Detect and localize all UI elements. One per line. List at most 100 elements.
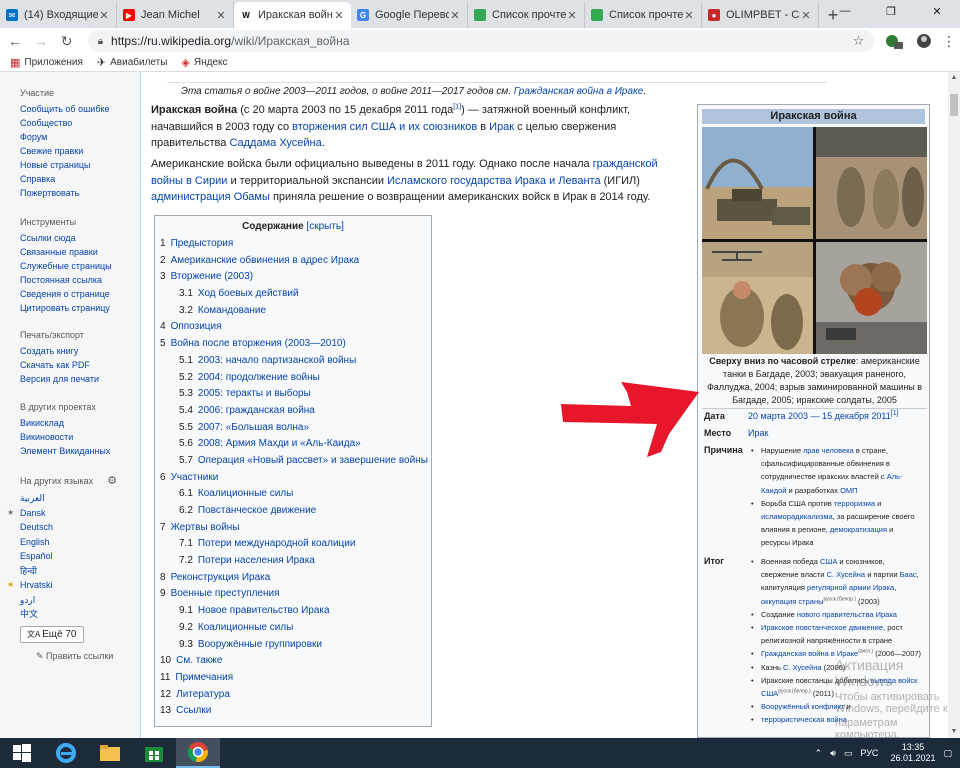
clock[interactable]: 13:35 26.01.2021 [890,742,935,764]
close-tab-icon[interactable]: ✕ [683,9,695,22]
toc-item[interactable]: 7.1 Потери международной коалиции [155,536,433,553]
toc-link[interactable]: 2005: теракты и выборы [198,388,311,399]
infobox-link[interactable]: регулярной армии Ирака [807,583,894,592]
bookmark-star-icon[interactable]: ☆ [853,33,865,49]
infobox-link[interactable]: Баас [900,570,917,579]
language-link[interactable]: العربية [20,491,117,506]
link-iraq[interactable]: Ирак [489,121,514,133]
chrome-button[interactable] [176,738,220,768]
close-tab-icon[interactable]: ✕ [566,9,578,22]
interwiki-note[interactable]: (белор.) [837,596,856,602]
sidebar-link[interactable]: Постоянная ссылка [20,273,112,287]
volume-icon[interactable]: 🔊︎ [830,748,836,759]
toc-item[interactable]: 5.2 2004: продолжение войны [155,370,433,387]
toc-link[interactable]: 2008: Армия Махди и «Аль-Каида» [198,438,361,449]
toc-item[interactable]: 13 Ссылки [155,703,433,720]
browser-tab[interactable]: Список прочтен ✕ [468,2,585,28]
browser-tab[interactable]: ✉ (14) Входящие - ✕ [0,2,117,28]
toc-link[interactable]: См. также [176,655,222,666]
language-link[interactable]: हिन्दी [20,564,117,579]
infobox-link[interactable]: нового правительства Ирака [797,610,897,619]
toc-item[interactable]: 10 См. также [155,653,433,670]
close-tab-icon[interactable]: ✕ [800,9,812,22]
toc-link[interactable]: Командование [198,305,266,316]
toc-item[interactable]: 11 Примечания [155,670,433,687]
toc-link[interactable]: Ссылки [176,705,211,716]
toc-link[interactable]: Американские обвинения в адрес Ирака [171,255,360,266]
forward-icon[interactable]: → [30,33,52,49]
toc-item[interactable]: 2 Американские обвинения в адрес Ирака [155,253,433,270]
scroll-down-icon[interactable]: ▼ [948,726,960,738]
link-obama-admin[interactable]: администрация Обамы [151,191,270,203]
link-saddam[interactable]: Саддама Хусейна [229,137,321,149]
tray-chevron-icon[interactable]: ⌃ [815,748,823,759]
interwiki-note[interactable]: русск. [824,596,838,602]
interwiki-note[interactable]: (англ.) [858,649,873,655]
toc-link[interactable]: Новое правительство Ирака [198,605,330,616]
back-icon[interactable]: ← [4,33,26,49]
toc-item[interactable]: 5.1 2003: начало партизанской войны [155,353,433,370]
infobox-link[interactable]: С. Хусейна [783,663,822,672]
toc-item[interactable]: 9 Военные преступления [155,586,433,603]
close-window-icon[interactable]: ✕ [914,0,960,22]
toc-item[interactable]: 5.7 Операция «Новый рассвет» и завершение… [155,453,433,470]
close-tab-icon[interactable]: ✕ [333,9,345,22]
toc-item[interactable]: 7 Жертвы войны [155,520,433,537]
infobox-link[interactable]: С. Хусейна [827,570,866,579]
toc-item[interactable]: 5.4 2006: гражданская война [155,403,433,420]
notifications-icon[interactable]: ▢ [943,748,952,759]
bookmark-item[interactable]: ◈ Яндекс [181,56,227,69]
toc-link[interactable]: Жертвы войны [171,522,240,533]
browser-tab[interactable]: ● OLIMPBET - Спо✕ [702,2,819,28]
toc-link[interactable]: Потери международной коалиции [198,538,356,549]
toc-link[interactable]: Коалиционные силы [198,622,293,633]
toc-item[interactable]: 1 Предыстория [155,236,433,253]
sidebar-link[interactable]: Викисклад [20,416,110,430]
browser-tab[interactable]: W Иракская война ✕ [234,2,351,28]
toc-link[interactable]: 2006: гражданская война [198,405,315,416]
toc-link[interactable]: Вторжение (2003) [171,271,254,282]
toc-link[interactable]: Участники [171,472,219,483]
toc-link[interactable]: Примечания [175,672,233,683]
infobox-link[interactable]: Вооружённый конфликт [761,702,844,711]
sidebar-link[interactable]: Элемент Викиданных [20,444,110,458]
more-languages-button[interactable]: 文A Ещё 70 [20,625,84,643]
sidebar-link[interactable]: Версия для печати [20,372,99,386]
profile-avatar[interactable] [914,33,934,49]
ref-link[interactable]: [1] [453,103,461,110]
toc-item[interactable]: 8 Реконструкция Ирака [155,570,433,587]
sidebar-link[interactable]: Свежие правки [20,144,110,158]
sidebar-link[interactable]: Цитировать страницу [20,301,112,315]
bookmark-item[interactable]: ✈ Авиабилеты [97,56,168,69]
bookmark-item[interactable]: ▦ Приложения [10,56,83,69]
sidebar-link[interactable]: Викиновости [20,430,110,444]
toc-link[interactable]: Военные преступления [171,588,280,599]
browser-tab[interactable]: ▶ Jean Michel ✕ [117,2,234,28]
ie-button[interactable] [44,738,88,768]
gear-icon[interactable]: ⚙ [107,475,117,487]
edit-links[interactable]: ✎ Править ссылки [36,651,117,662]
link-isil[interactable]: Исламского государства Ирака и Леванта [387,175,600,187]
toc-hide-button[interactable]: [скрыть] [306,221,343,232]
sidebar-link[interactable]: Создать книгу [20,344,99,358]
language-indicator[interactable]: РУС [860,748,878,758]
date-value[interactable]: 20 марта 2003 — 15 декабря 2011 [748,411,891,421]
toc-item[interactable]: 5 Война после вторжения (2003—2010) [155,336,433,353]
extension-icon[interactable] [884,33,904,49]
infobox-link[interactable]: демократизация [830,525,887,534]
infobox-link[interactable]: прав человека [803,446,854,455]
toc-item[interactable]: 6 Участники [155,470,433,487]
infobox-link[interactable]: оккупация страны [761,597,824,606]
toc-item[interactable]: 12 Литература [155,687,433,704]
toc-link[interactable]: Коалиционные силы [198,488,293,499]
page-scrollbar[interactable]: ▲ ▼ [948,72,960,738]
scroll-up-icon[interactable]: ▲ [948,72,960,84]
infobox-link[interactable]: США [820,557,837,566]
language-link[interactable]: ★ Hrvatski [7,578,117,593]
toc-item[interactable]: 9.3 Вооружённые группировки [155,637,433,654]
toc-link[interactable]: Вооружённые группировки [198,639,322,650]
lock-icon[interactable]: 🔒︎ [98,36,103,47]
toc-item[interactable]: 3.1 Ход боевых действий [155,286,433,303]
scroll-thumb[interactable] [950,94,958,116]
toc-link[interactable]: Литература [176,689,230,700]
